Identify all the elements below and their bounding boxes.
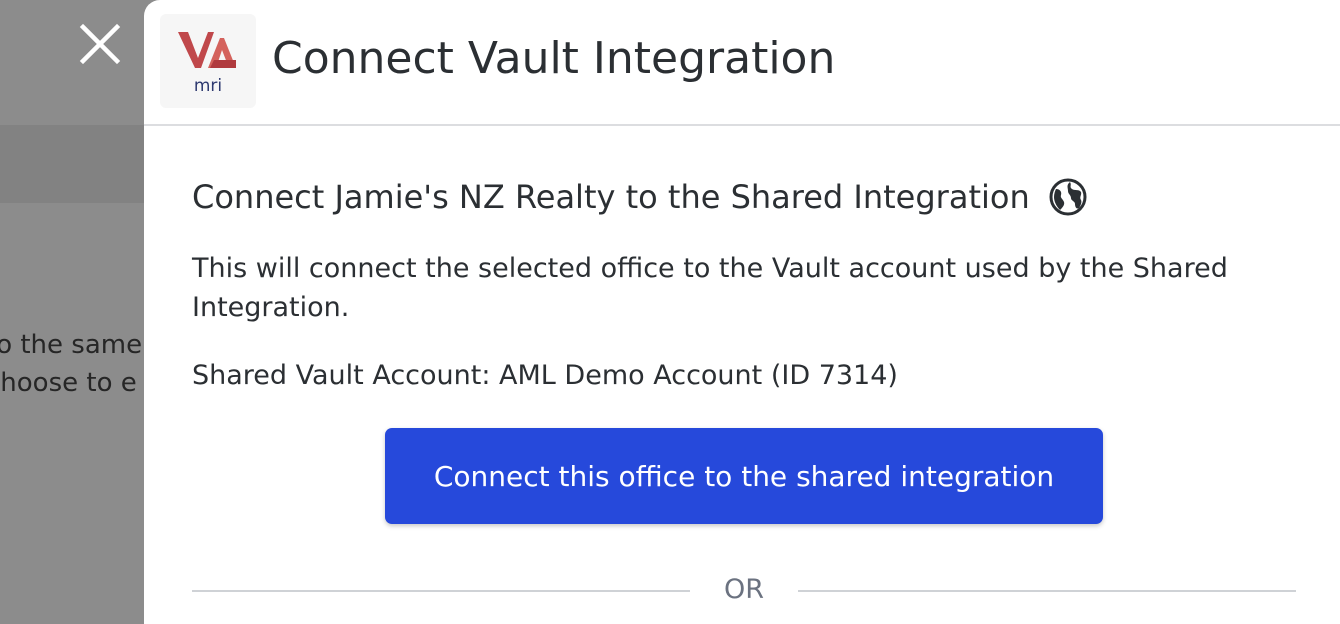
divider-left bbox=[192, 590, 690, 592]
app-viewport: to the same choose to e mri Connect Vaul… bbox=[0, 0, 1340, 624]
close-icon bbox=[79, 23, 121, 65]
globe-icon bbox=[1049, 178, 1087, 216]
section-description: This will connect the selected office to… bbox=[192, 253, 1228, 323]
or-divider-label: OR bbox=[723, 574, 764, 605]
vault-logo-mark bbox=[178, 32, 236, 68]
divider-right bbox=[798, 590, 1296, 592]
logo-subtext: mri bbox=[193, 76, 223, 96]
vault-logo: mri bbox=[160, 14, 256, 108]
background-page-band bbox=[0, 125, 150, 203]
close-drawer-button[interactable] bbox=[76, 20, 124, 68]
section-heading-text: Connect Jamie's NZ Realty to the Shared … bbox=[192, 177, 1030, 216]
shared-account-info: Shared Vault Account: AML Demo Account (… bbox=[192, 360, 898, 391]
background-page-text: choose to e bbox=[0, 368, 137, 398]
background-page-text: to the same bbox=[0, 330, 143, 360]
connect-shared-integration-button[interactable]: Connect this office to the shared integr… bbox=[385, 428, 1103, 524]
drawer-title: Connect Vault Integration bbox=[272, 33, 836, 84]
connect-integration-drawer: mri Connect Vault Integration Connect Ja… bbox=[144, 0, 1340, 624]
drawer-header: mri Connect Vault Integration bbox=[144, 0, 1340, 126]
section-heading: Connect Jamie's NZ Realty to the Shared … bbox=[192, 177, 1088, 217]
